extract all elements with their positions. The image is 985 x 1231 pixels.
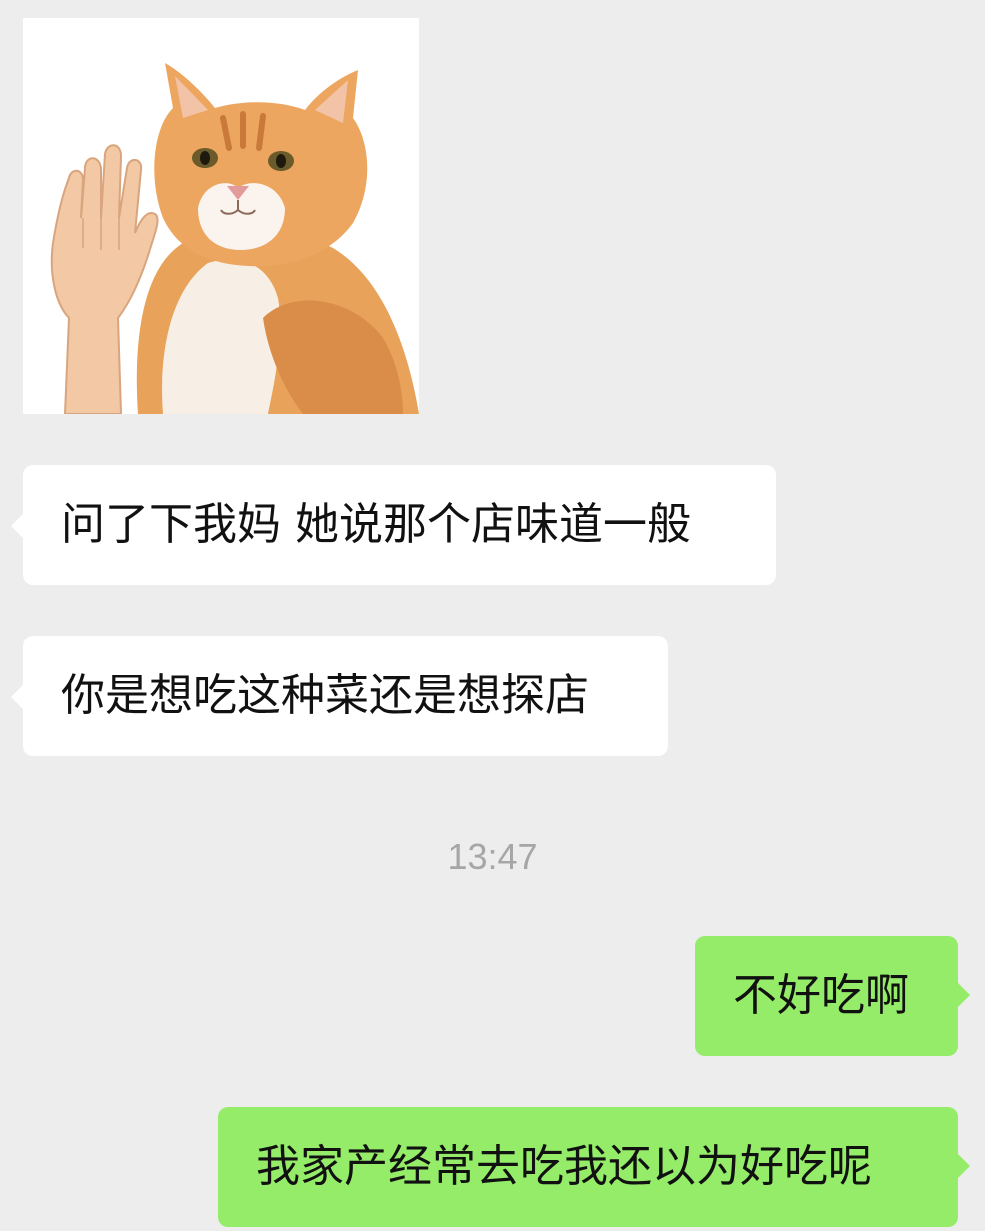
message-text: 问了下我妈 她说那个店味道一般 xyxy=(61,499,691,550)
cat-sticker-image[interactable] xyxy=(23,18,419,414)
incoming-message-bubble[interactable]: 问了下我妈 她说那个店味道一般 xyxy=(11,465,776,585)
outgoing-message-bubble[interactable]: 我家产经常去吃我还以为好吃呢 xyxy=(218,1107,970,1227)
message-text: 你是想吃这种菜还是想探店 xyxy=(61,670,589,721)
cat-raising-hand-icon xyxy=(23,18,419,414)
message-text: 不好吃啊 xyxy=(733,970,909,1021)
outgoing-message-bubble[interactable]: 不好吃啊 xyxy=(695,936,970,1056)
incoming-message-bubble[interactable]: 你是想吃这种菜还是想探店 xyxy=(11,636,668,756)
message-timestamp: 13:47 xyxy=(447,836,538,877)
message-text: 我家产经常去吃我还以为好吃呢 xyxy=(256,1141,872,1192)
